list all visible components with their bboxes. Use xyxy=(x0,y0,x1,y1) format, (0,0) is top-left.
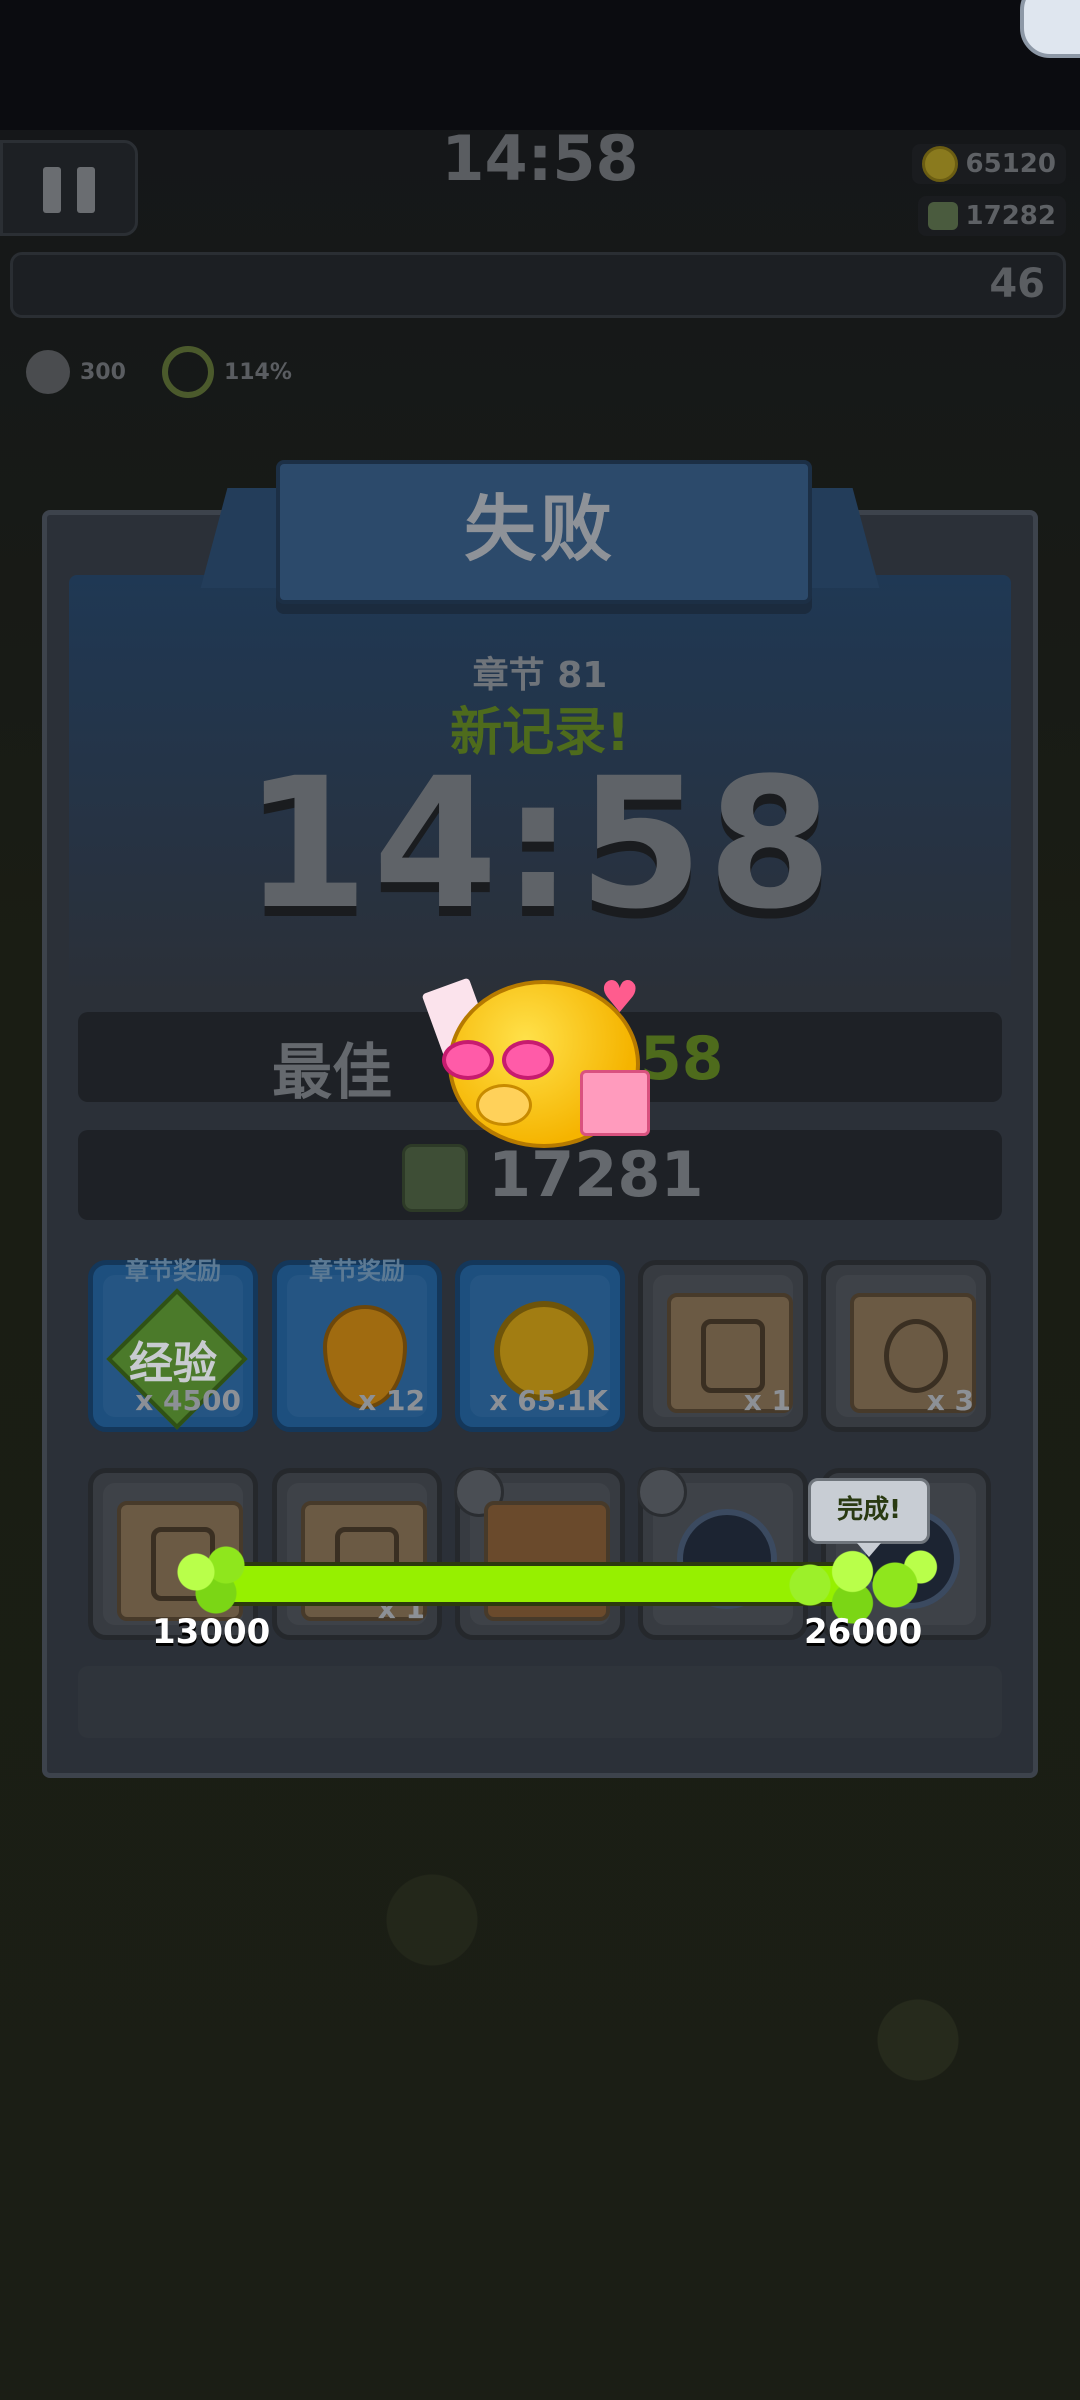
survival-time: 14:58 xyxy=(243,740,837,949)
reward-qty: x 4500 xyxy=(135,1384,241,1417)
minion-count: 300 xyxy=(80,359,126,385)
experience-bar: 46 xyxy=(10,252,1066,318)
reward-xp[interactable]: 章节奖励 经验 x 4500 xyxy=(88,1257,258,1432)
reward-tag: 章节奖励 xyxy=(309,1257,405,1285)
reward-belt-scroll[interactable]: x 3 xyxy=(821,1260,991,1432)
skull-icon xyxy=(402,1144,468,1212)
hud-stats: 300 114% xyxy=(26,346,292,398)
reward-gold[interactable]: x 65.1K xyxy=(455,1260,625,1432)
gauge-icon xyxy=(161,346,214,398)
best-value: 58 xyxy=(640,1024,724,1094)
percent-value: 114% xyxy=(223,359,292,385)
belt-badge-icon xyxy=(637,1467,687,1517)
milestone-end: 26000 xyxy=(804,1612,923,1652)
heart-glasses-icon xyxy=(442,1040,562,1084)
reward-tag: 章节奖励 xyxy=(125,1257,221,1285)
heart-icon: ♥ xyxy=(600,972,640,1023)
lens-left xyxy=(442,1040,494,1080)
gem-pile-icon xyxy=(166,1544,266,1614)
completed-bubble: 完成! xyxy=(808,1478,930,1557)
reward-qty: x 65.1K xyxy=(489,1384,608,1417)
xp-label: 经验 xyxy=(129,1338,217,1389)
gem-progress-bar xyxy=(198,1562,856,1606)
reward-jacket[interactable] xyxy=(454,1467,625,1640)
pig-snout xyxy=(476,1084,532,1126)
gift-icon xyxy=(580,1070,650,1136)
coin-count: 65120 xyxy=(965,149,1056,179)
panel-footer xyxy=(78,1666,1002,1738)
coin-icon xyxy=(921,146,958,182)
ghost-icon xyxy=(26,350,70,394)
best-label: 最佳 xyxy=(272,1038,392,1108)
reward-qty: x 1 xyxy=(743,1384,791,1417)
kill-count: 17282 xyxy=(965,201,1056,231)
pause-button[interactable] xyxy=(0,140,138,236)
reward-scroll[interactable]: x 1 xyxy=(272,1468,442,1640)
status-strip xyxy=(0,0,1080,130)
lens-right xyxy=(502,1040,554,1080)
reward-oil[interactable]: 章节奖励 x 12 xyxy=(272,1257,442,1432)
reward-glove-scroll[interactable]: x 1 xyxy=(638,1260,808,1432)
corner-badge[interactable] xyxy=(1020,0,1080,58)
reward-qty: x 12 xyxy=(358,1384,425,1417)
milestone-start: 13000 xyxy=(152,1612,271,1652)
coin-counter: 65120 xyxy=(911,144,1066,184)
result-title: 失败 xyxy=(463,487,616,571)
pause-icon-bar xyxy=(77,167,95,213)
kill-counter: 17282 xyxy=(917,196,1066,236)
hud-timer: 14:58 xyxy=(441,122,639,195)
reward-qty: x 3 xyxy=(926,1384,974,1417)
level-value: 46 xyxy=(989,261,1045,307)
kills-value: 17281 xyxy=(488,1138,704,1211)
skull-icon xyxy=(927,202,958,230)
pause-icon xyxy=(43,167,61,213)
